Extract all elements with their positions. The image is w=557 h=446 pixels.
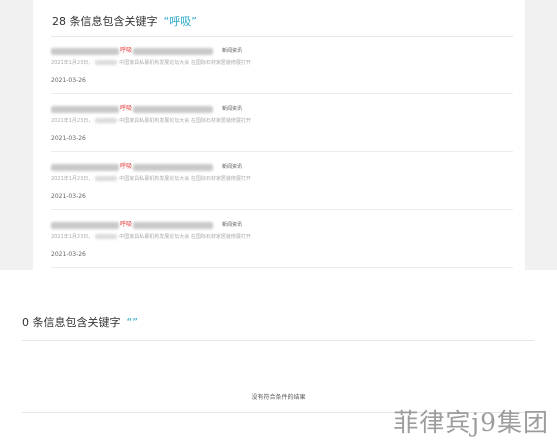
snippet-mid: 中国家具私募机构发展论坛大会: [119, 176, 190, 182]
redacted-text: [133, 163, 214, 171]
result-date: 2021-03-26: [51, 135, 86, 142]
redacted-text: [51, 105, 119, 113]
snippet-end: 在国际石材家居装修展打开: [190, 118, 251, 124]
result-title-link[interactable]: 呼吸: [51, 46, 214, 56]
result-category[interactable]: 新闻资讯: [222, 162, 242, 172]
keyword-highlight: 呼吸: [120, 163, 133, 170]
redacted-text: [95, 118, 118, 123]
result-category[interactable]: 新闻资讯: [222, 104, 242, 114]
redacted-text: [95, 60, 118, 65]
snippet-start: 2021年1月23日，: [51, 60, 94, 66]
result-snippet: 2021年1月23日， 中国家具私募机构发展论坛大会 在国际石材家居装修展打开: [51, 175, 251, 183]
snippet-mid: 中国家具私募机构发展论坛大会: [119, 234, 190, 240]
section-title-keyword-results: 28 条信息包含关键字 “呼吸”: [52, 13, 197, 29]
result-title-link[interactable]: 呼吸: [51, 104, 214, 114]
result-divider: [51, 151, 513, 152]
watermark-logo: 菲律宾j9集团: [393, 408, 549, 437]
result-divider: [51, 209, 513, 210]
redacted-text: [51, 163, 119, 171]
result-title-link[interactable]: 呼吸: [51, 220, 214, 230]
result-count-label-2: 0 条信息包含关键字: [22, 316, 121, 329]
result-date: 2021-03-26: [51, 193, 86, 200]
keyword-highlight: 呼吸: [120, 221, 133, 228]
redacted-text: [95, 176, 118, 181]
result-category[interactable]: 新闻资讯: [222, 220, 242, 230]
redacted-text: [133, 221, 214, 229]
keyword-highlight: 呼吸: [120, 47, 133, 54]
section-title-empty-results: 0 条信息包含关键字 “”: [22, 314, 138, 330]
no-results-message: 没有符合条件的结果: [251, 394, 306, 401]
result-date: 2021-03-26: [51, 251, 86, 258]
result-category[interactable]: 新闻资讯: [222, 46, 242, 56]
search-keyword: “呼吸”: [163, 15, 197, 28]
snippet-mid: 中国家具私募机构发展论坛大会: [119, 60, 190, 66]
redacted-text: [133, 47, 214, 55]
snippet-start: 2021年1月23日，: [51, 118, 94, 124]
result-date: 2021-03-26: [51, 77, 86, 84]
redacted-text: [95, 234, 118, 239]
snippet-end: 在国际石材家居装修展打开: [190, 234, 251, 240]
result-divider: [51, 267, 513, 268]
section-divider: [51, 36, 513, 37]
result-divider: [51, 93, 513, 94]
snippet-start: 2021年1月23日，: [51, 176, 94, 182]
redacted-text: [51, 47, 119, 55]
result-title-link[interactable]: 呼吸: [51, 162, 214, 172]
result-count-label: 28 条信息包含关键字: [52, 15, 158, 28]
snippet-mid: 中国家具私募机构发展论坛大会: [119, 118, 190, 124]
snippet-end: 在国际石材家居装修展打开: [190, 60, 251, 66]
result-snippet: 2021年1月23日， 中国家具私募机构发展论坛大会 在国际石材家居装修展打开: [51, 59, 251, 67]
search-keyword-2: “”: [126, 316, 138, 329]
redacted-text: [51, 221, 119, 229]
result-snippet: 2021年1月23日， 中国家具私募机构发展论坛大会 在国际石材家居装修展打开: [51, 117, 251, 125]
redacted-text: [133, 105, 214, 113]
keyword-highlight: 呼吸: [120, 105, 133, 112]
snippet-end: 在国际石材家居装修展打开: [190, 176, 251, 182]
result-snippet: 2021年1月23日， 中国家具私募机构发展论坛大会 在国际石材家居装修展打开: [51, 233, 251, 241]
snippet-start: 2021年1月23日，: [51, 234, 94, 240]
section-divider-2: [22, 340, 534, 341]
